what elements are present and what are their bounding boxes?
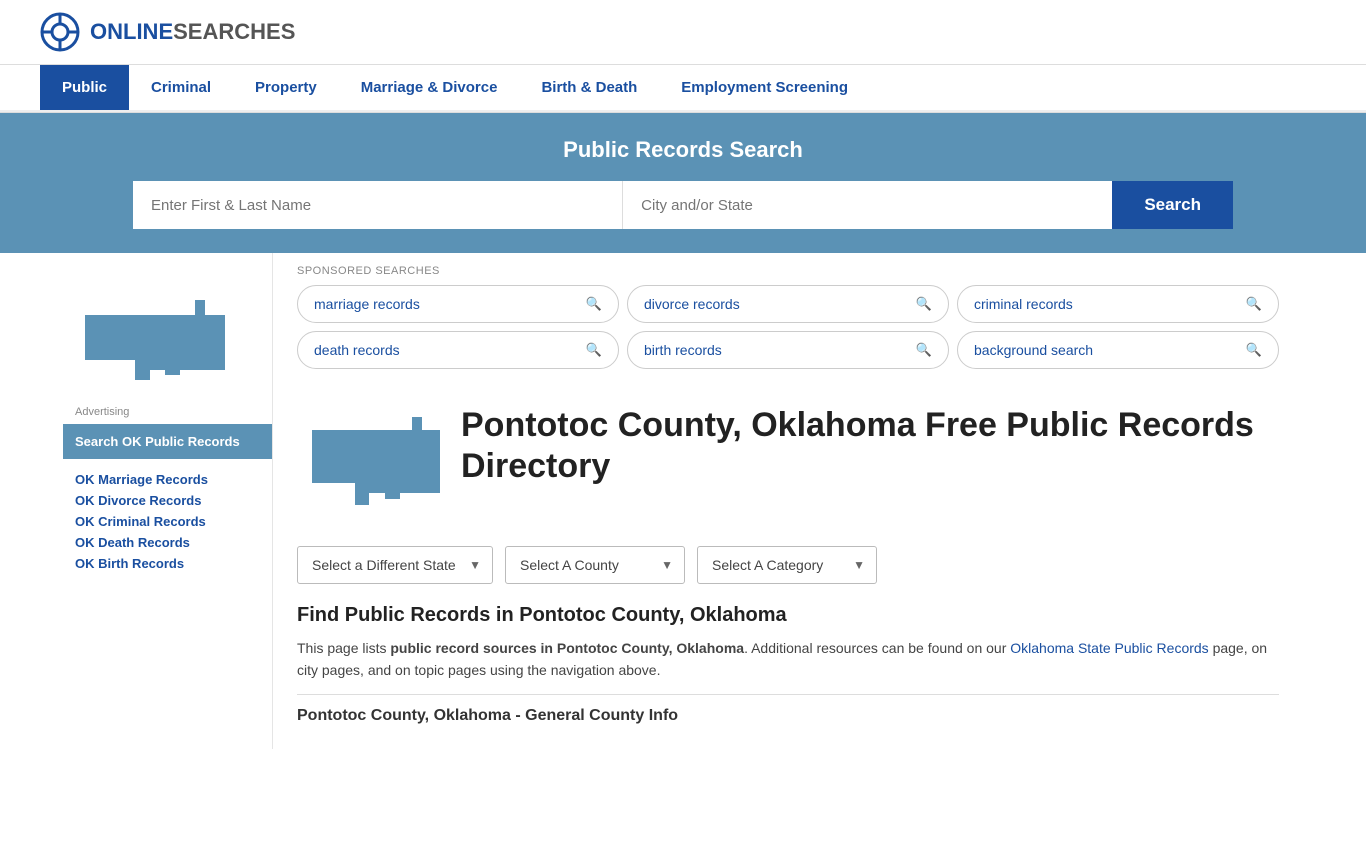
- find-title: Find Public Records in Pontotoc County, …: [297, 604, 1279, 627]
- find-description: This page lists public record sources in…: [297, 637, 1279, 682]
- logo-text: ONLINESEARCHES: [90, 19, 295, 45]
- nav-item-marriage[interactable]: Marriage & Divorce: [339, 65, 520, 110]
- divider: [297, 694, 1279, 695]
- search-section: Public Records Search Search: [0, 113, 1366, 253]
- county-dropdown[interactable]: Select A County: [505, 546, 685, 584]
- page-heading-area: Pontotoc County, Oklahoma Free Public Re…: [297, 385, 1279, 546]
- sponsored-label: SPONSORED SEARCHES: [297, 253, 1279, 285]
- sidebar: Advertising Search OK Public Records OK …: [63, 253, 273, 749]
- nav-item-employment[interactable]: Employment Screening: [659, 65, 870, 110]
- state-dropdown-wrapper: Select a Different State ▼: [297, 546, 493, 584]
- sidebar-link-divorce[interactable]: OK Divorce Records: [63, 490, 272, 511]
- state-dropdown[interactable]: Select a Different State: [297, 546, 493, 584]
- county-dropdown-wrapper: Select A County ▼: [505, 546, 685, 584]
- pill-marriage[interactable]: marriage records 🔍: [297, 285, 619, 323]
- pill-background[interactable]: background search 🔍: [957, 331, 1279, 369]
- pill-death[interactable]: death records 🔍: [297, 331, 619, 369]
- location-input[interactable]: [623, 181, 1112, 229]
- pill-search-icon-2: 🔍: [1246, 296, 1262, 312]
- search-button[interactable]: Search: [1112, 181, 1233, 229]
- pill-search-icon-4: 🔍: [916, 342, 932, 358]
- sidebar-link-death[interactable]: OK Death Records: [63, 532, 272, 553]
- main-content: SPONSORED SEARCHES marriage records 🔍 di…: [273, 253, 1303, 749]
- dropdown-row: Select a Different State ▼ Select A Coun…: [297, 546, 1279, 584]
- pill-divorce[interactable]: divorce records 🔍: [627, 285, 949, 323]
- pill-criminal[interactable]: criminal records 🔍: [957, 285, 1279, 323]
- pill-search-icon-0: 🔍: [586, 296, 602, 312]
- sidebar-highlight-link[interactable]: Search OK Public Records: [63, 424, 272, 459]
- sidebar-ad-label: Advertising: [63, 406, 272, 424]
- sidebar-link-marriage[interactable]: OK Marriage Records: [63, 469, 272, 490]
- sponsored-grid: marriage records 🔍 divorce records 🔍 cri…: [297, 285, 1279, 369]
- page-title: Pontotoc County, Oklahoma Free Public Re…: [461, 405, 1279, 487]
- pill-birth[interactable]: birth records 🔍: [627, 331, 949, 369]
- nav-item-birth[interactable]: Birth & Death: [519, 65, 659, 110]
- main-nav: Public Criminal Property Marriage & Divo…: [0, 65, 1366, 112]
- search-title: Public Records Search: [40, 137, 1326, 163]
- nav-item-public[interactable]: Public: [40, 65, 129, 110]
- oklahoma-map: [297, 405, 437, 528]
- search-bar: Search: [133, 181, 1233, 229]
- sidebar-link-birth[interactable]: OK Birth Records: [63, 553, 272, 574]
- nav-item-criminal[interactable]: Criminal: [129, 65, 233, 110]
- sidebar-link-criminal[interactable]: OK Criminal Records: [63, 511, 272, 532]
- pill-search-icon-1: 🔍: [916, 296, 932, 312]
- state-map-image: [75, 285, 260, 398]
- name-input[interactable]: [133, 181, 623, 229]
- logo[interactable]: ONLINESEARCHES: [40, 12, 295, 52]
- pill-search-icon-3: 🔍: [586, 342, 602, 358]
- pill-search-icon-5: 🔍: [1246, 342, 1262, 358]
- category-dropdown[interactable]: Select A Category: [697, 546, 877, 584]
- logo-icon: [40, 12, 80, 52]
- general-info-title: Pontotoc County, Oklahoma - General Coun…: [297, 707, 1279, 725]
- ok-state-link[interactable]: Oklahoma State Public Records: [1010, 640, 1208, 656]
- category-dropdown-wrapper: Select A Category ▼: [697, 546, 877, 584]
- nav-item-property[interactable]: Property: [233, 65, 339, 110]
